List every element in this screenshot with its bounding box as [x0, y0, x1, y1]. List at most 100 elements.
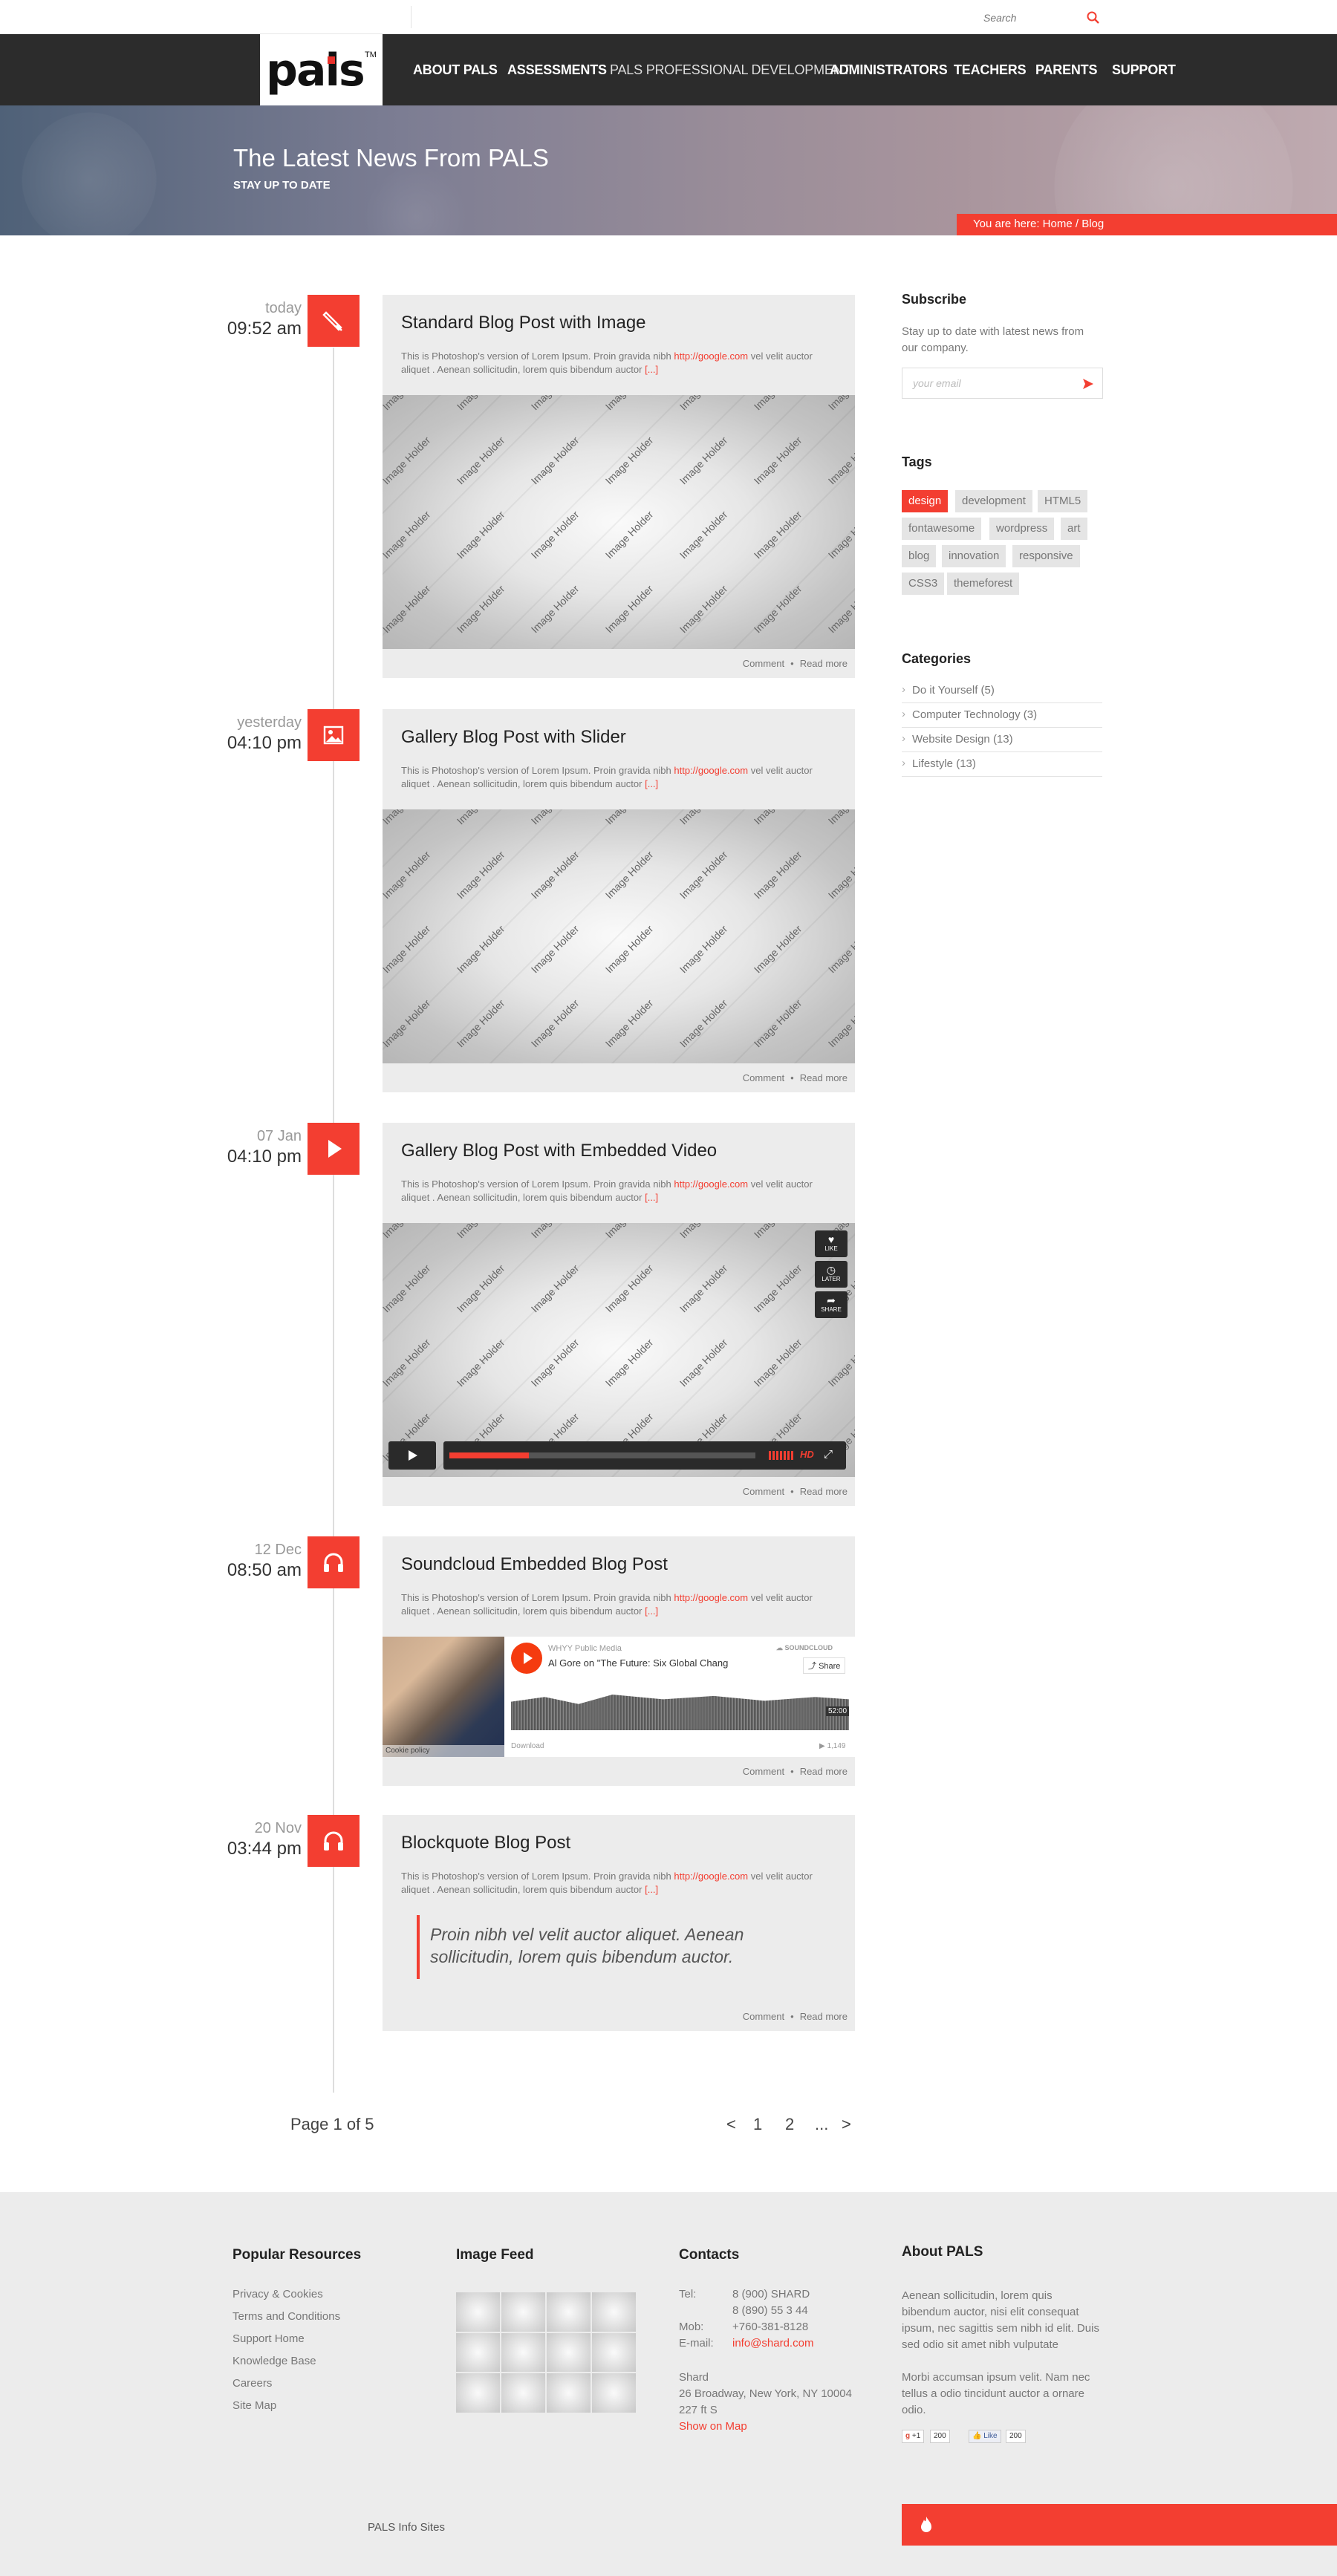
- read-more-link[interactable]: Read more: [800, 1766, 848, 1777]
- nav-about[interactable]: ABOUT PALS: [413, 62, 498, 78]
- send-icon[interactable]: [1081, 377, 1095, 391]
- footer-link[interactable]: Terms and Conditions: [232, 2310, 340, 2323]
- more-link[interactable]: [...]: [645, 364, 658, 375]
- feed-thumbnail[interactable]: [547, 2373, 591, 2413]
- footer-link[interactable]: Privacy & Cookies: [232, 2288, 323, 2301]
- search-icon[interactable]: [1087, 11, 1100, 25]
- feed-thumbnail[interactable]: [501, 2373, 545, 2413]
- category-item[interactable]: Computer Technology (3): [902, 703, 1102, 728]
- sc-track-title[interactable]: Al Gore on "The Future: Six Global Chang: [548, 1657, 749, 1669]
- post-link[interactable]: http://google.com: [674, 765, 748, 776]
- feed-thumbnail[interactable]: [547, 2332, 591, 2373]
- nav-professional-development[interactable]: PALS PROFESSIONAL DEVELOPMENT: [610, 62, 850, 78]
- comment-link[interactable]: Comment: [743, 1072, 784, 1083]
- hd-button[interactable]: HD: [800, 1449, 814, 1460]
- category-item[interactable]: Lifestyle (13): [902, 752, 1102, 777]
- clock-icon: ◷: [826, 1264, 836, 1276]
- search-input[interactable]: Search: [983, 12, 1016, 24]
- feed-thumbnail[interactable]: [456, 2292, 500, 2332]
- more-link[interactable]: [...]: [645, 1192, 658, 1203]
- feed-thumbnail[interactable]: [456, 2332, 500, 2373]
- next-page-button[interactable]: >: [842, 2115, 851, 2134]
- footer-link[interactable]: Careers: [232, 2377, 272, 2390]
- fullscreen-icon[interactable]: ⤢: [824, 1448, 833, 1461]
- category-item[interactable]: Do it Yourself (5): [902, 679, 1102, 703]
- read-more-link[interactable]: Read more: [800, 1486, 848, 1497]
- like-button[interactable]: ♥ LIKE: [815, 1230, 848, 1257]
- post-link[interactable]: http://google.com: [674, 1592, 748, 1603]
- sc-share-button[interactable]: ⤴ Share: [803, 1657, 846, 1674]
- comment-link[interactable]: Comment: [743, 1486, 784, 1497]
- nav-support[interactable]: SUPPORT: [1112, 62, 1176, 78]
- post-title[interactable]: Soundcloud Embedded Blog Post: [401, 1554, 668, 1575]
- post-link[interactable]: http://google.com: [674, 1871, 748, 1882]
- flame-icon[interactable]: [920, 2516, 933, 2534]
- feed-thumbnail[interactable]: [456, 2373, 500, 2413]
- comment-link[interactable]: Comment: [743, 1766, 784, 1777]
- gplus-button[interactable]: g +1: [902, 2430, 925, 2443]
- read-more-link[interactable]: Read more: [800, 1072, 848, 1083]
- feed-thumbnail[interactable]: [501, 2292, 545, 2332]
- tag[interactable]: responsive: [1012, 545, 1080, 567]
- video-player[interactable]: Image Holder Image Holder Image Holder Imag…: [383, 1223, 855, 1477]
- post-title[interactable]: Gallery Blog Post with Embedded Video: [401, 1141, 717, 1161]
- post-title[interactable]: Gallery Blog Post with Slider: [401, 727, 626, 748]
- sc-play-button[interactable]: [511, 1643, 542, 1674]
- more-link[interactable]: [...]: [645, 778, 658, 789]
- tag[interactable]: CSS3: [902, 573, 945, 595]
- email-link[interactable]: info@shard.com: [732, 2337, 813, 2350]
- post-title[interactable]: Blockquote Blog Post: [401, 1833, 570, 1853]
- tag[interactable]: HTML5: [1038, 490, 1088, 512]
- tag[interactable]: blog: [902, 545, 937, 567]
- page-2-link[interactable]: 2: [785, 2115, 794, 2134]
- more-link[interactable]: [...]: [645, 1605, 658, 1617]
- footer-link[interactable]: Support Home: [232, 2332, 305, 2345]
- sc-publisher[interactable]: WHYY Public Media: [548, 1644, 622, 1653]
- comment-link[interactable]: Comment: [743, 2011, 784, 2022]
- category-item[interactable]: Website Design (13): [902, 728, 1102, 752]
- breadcrumb[interactable]: You are here: Home / Blog: [957, 214, 1337, 235]
- watch-later-button[interactable]: ◷ LATER: [815, 1261, 848, 1288]
- tag[interactable]: design: [902, 490, 949, 512]
- fb-like-button[interactable]: 👍 Like: [969, 2430, 1001, 2443]
- read-more-link[interactable]: Read more: [800, 2011, 848, 2022]
- feed-thumbnail[interactable]: [592, 2373, 636, 2413]
- post-slider[interactable]: Image Holder Image Holder Image Holder Imag…: [383, 809, 855, 1063]
- email-input[interactable]: your email: [913, 377, 961, 389]
- read-more-link[interactable]: Read more: [800, 658, 848, 669]
- nav-administrators[interactable]: ADMINISTRATORS: [830, 62, 948, 78]
- nav-teachers[interactable]: TEACHERS: [954, 62, 1027, 78]
- more-link[interactable]: [...]: [645, 1884, 658, 1895]
- prev-page-button[interactable]: <: [726, 2115, 736, 2134]
- cookie-policy-link[interactable]: Cookie policy: [383, 1745, 504, 1757]
- post-link[interactable]: http://google.com: [674, 1178, 748, 1190]
- nav-assessments[interactable]: ASSESSMENTS: [507, 62, 607, 78]
- video-play-button[interactable]: [388, 1441, 436, 1470]
- feed-thumbnail[interactable]: [501, 2332, 545, 2373]
- post-title[interactable]: Standard Blog Post with Image: [401, 313, 646, 333]
- feed-thumbnail[interactable]: [592, 2332, 636, 2373]
- tag[interactable]: innovation: [942, 545, 1006, 567]
- tag[interactable]: development: [955, 490, 1032, 512]
- logo[interactable]: pals TM: [260, 34, 383, 107]
- feed-thumbnail[interactable]: [592, 2292, 636, 2332]
- tag[interactable]: wordpress: [989, 518, 1055, 540]
- tag[interactable]: themeforest: [947, 573, 1020, 595]
- footer-sites-link[interactable]: PALS Info Sites: [368, 2521, 445, 2534]
- search-box[interactable]: Search: [973, 4, 1103, 30]
- map-link[interactable]: Show on Map: [679, 2420, 747, 2433]
- footer-link[interactable]: Site Map: [232, 2399, 276, 2412]
- volume-icon[interactable]: [769, 1451, 794, 1460]
- comment-link[interactable]: Comment: [743, 658, 784, 669]
- sc-waveform[interactable]: [511, 1695, 849, 1730]
- post-link[interactable]: http://google.com: [674, 350, 748, 362]
- footer-link[interactable]: Knowledge Base: [232, 2355, 316, 2367]
- sc-download-link[interactable]: Download: [511, 1742, 544, 1750]
- tag[interactable]: fontawesome: [902, 518, 982, 540]
- share-button[interactable]: ➦ SHARE: [815, 1291, 848, 1318]
- tag[interactable]: art: [1061, 518, 1087, 540]
- feed-thumbnail[interactable]: [547, 2292, 591, 2332]
- page-1-link[interactable]: 1: [753, 2115, 762, 2134]
- nav-parents[interactable]: PARENTS: [1035, 62, 1097, 78]
- post-image[interactable]: Image Holder Image Holder Image Holder Imag…: [383, 395, 855, 649]
